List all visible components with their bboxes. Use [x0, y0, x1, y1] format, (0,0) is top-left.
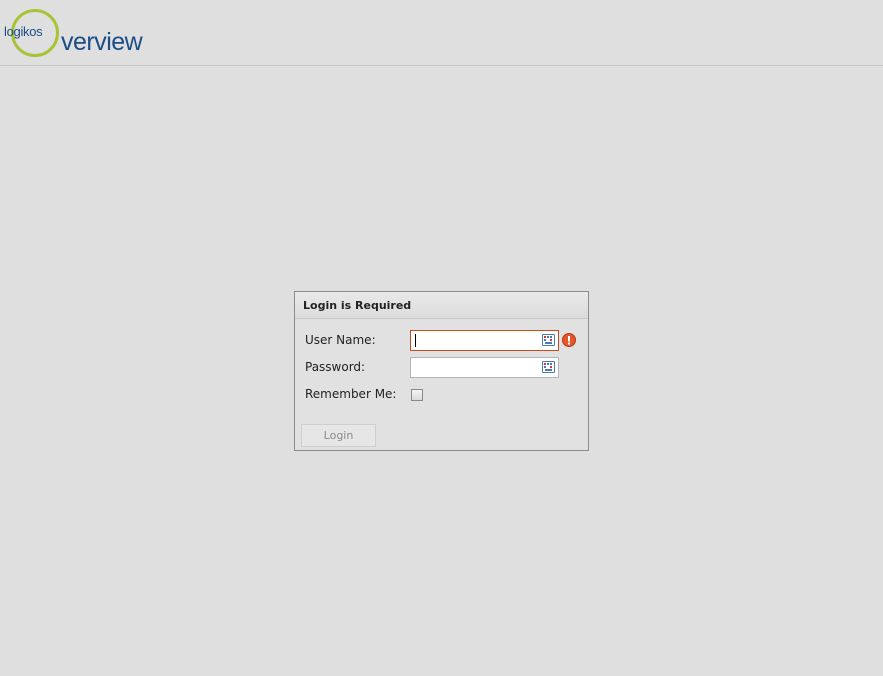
password-label: Password:: [305, 360, 366, 374]
remember-me-checkbox[interactable]: [411, 389, 423, 401]
text-caret: [415, 334, 416, 347]
password-input[interactable]: [410, 357, 559, 378]
virtual-keyboard-icon[interactable]: [542, 361, 555, 373]
logo-brand-text: logikos: [4, 24, 43, 39]
dialog-title: Login is Required: [303, 299, 412, 312]
login-button[interactable]: Login: [301, 424, 376, 447]
username-input[interactable]: [410, 330, 559, 351]
remember-me-label: Remember Me:: [305, 387, 397, 401]
login-dialog: Login is Required User Name: Password: R…: [294, 291, 589, 451]
logikos-overview-logo: logikos verview: [0, 0, 160, 62]
dialog-header: Login is Required: [295, 292, 588, 319]
username-label: User Name:: [305, 333, 376, 347]
exclamation-icon: [562, 333, 576, 347]
virtual-keyboard-icon[interactable]: [542, 334, 555, 346]
app-header: logikos verview: [0, 0, 883, 66]
logo-product-text: verview: [61, 28, 143, 56]
